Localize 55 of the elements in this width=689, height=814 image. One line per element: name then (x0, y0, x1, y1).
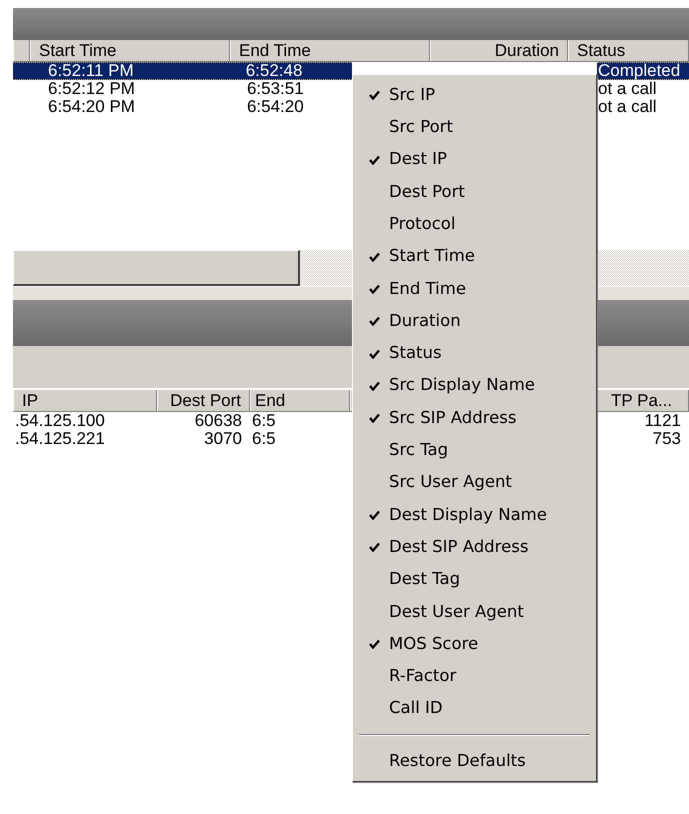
call-row[interactable]: 6:52:12 PM 6:53:51 (13, 80, 352, 98)
checkmark-icon (369, 380, 380, 391)
checkmark-icon (369, 348, 380, 359)
checkmark-icon (369, 413, 380, 424)
menu-item[interactable]: Dest IP (353, 144, 596, 176)
menu-item[interactable]: Src SIP Address (353, 402, 596, 434)
call-row[interactable]: 6:54:20 PM 6:54:20 (13, 98, 352, 116)
table-cell: 60638 (194, 411, 242, 430)
menu-item[interactable]: Dest Display Name (353, 498, 596, 532)
table-cell: 6:5 (252, 429, 276, 448)
column-header[interactable]: Dest Port (157, 390, 250, 411)
checkmark-icon (369, 90, 380, 100)
menu-item[interactable]: Dest SIP Address (353, 531, 596, 564)
menu-item[interactable]: End Time (353, 272, 596, 306)
table-cell: Completed (597, 62, 689, 80)
column-header[interactable]: Duration (430, 40, 568, 61)
menu-item[interactable]: Dest User Agent (353, 596, 596, 628)
column-header[interactable]: Status (568, 40, 689, 61)
menu-item[interactable]: Protocol (353, 208, 596, 240)
checkmark-icon (369, 316, 380, 326)
column-header[interactable]: Start Time (30, 40, 230, 61)
table-cell: 3070 (204, 429, 242, 448)
table-cell-text: ot a call (597, 80, 657, 98)
menu-item[interactable]: Src User Agent (353, 466, 596, 499)
table-cell-text: ot a call (597, 98, 658, 116)
menu-item[interactable]: Src Port (353, 111, 596, 144)
checkmark-icon (369, 510, 380, 520)
checkmark-icon (369, 284, 380, 294)
checkmark-icon (369, 154, 380, 165)
menu-item[interactable]: MOS Score (353, 628, 596, 660)
table-cell: 6:5 (252, 411, 276, 430)
scrollbar-thumb[interactable] (13, 250, 300, 286)
checkmark-icon (369, 252, 380, 262)
menu-item[interactable]: Start Time (353, 240, 596, 273)
menu-item[interactable]: Call ID (353, 692, 596, 725)
menu-item[interactable]: Restore Defaults (353, 744, 596, 778)
table-cell: .54.125.100 (15, 411, 105, 430)
menu-item[interactable]: Dest Port (353, 176, 596, 208)
menu-item[interactable]: Status (353, 337, 596, 370)
menu-item[interactable]: Dest Tag (353, 563, 596, 596)
menu-item[interactable]: Src Tag (353, 434, 596, 467)
menu-item[interactable]: Src IP (353, 79, 596, 112)
column-header[interactable] (13, 40, 30, 61)
menu-item[interactable]: R-Factor (353, 660, 596, 693)
call-row[interactable]: 6:52:11 PM 6:52:48 (13, 62, 352, 80)
checkmark-icon (369, 542, 380, 552)
column-header[interactable]: IP (13, 390, 157, 411)
table-cell: .54.125.221 (15, 429, 105, 448)
table-cell: 1121 (644, 411, 681, 430)
menu-item[interactable]: Duration (353, 305, 596, 338)
checkmark-icon (369, 639, 380, 650)
table-cell: 753 (652, 429, 681, 448)
column-header[interactable]: End (250, 390, 350, 411)
menu-item[interactable]: Src Display Name (353, 370, 596, 402)
column-header[interactable]: End Time (230, 40, 430, 61)
